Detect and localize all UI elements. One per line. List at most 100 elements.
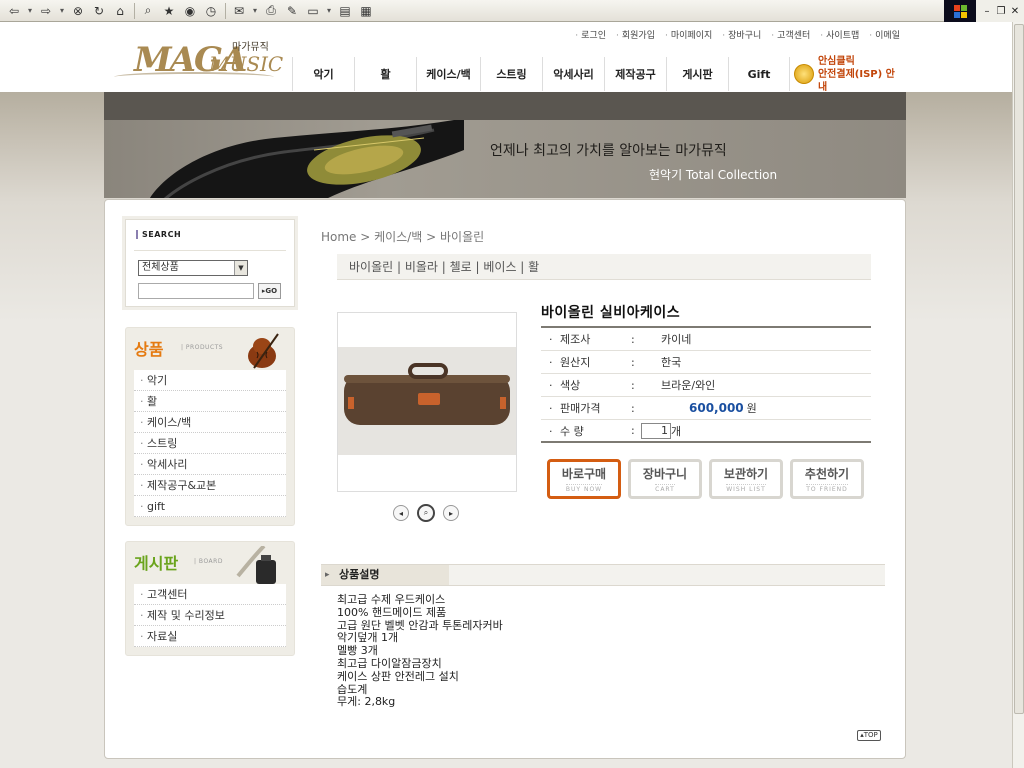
products-header: 상품 | PRODUCTS [126, 328, 294, 370]
forward-icon[interactable]: ⇨ [36, 2, 56, 20]
wishlist-button[interactable]: 보관하기 WISH LIST [709, 459, 783, 499]
recommend-sublabel: TO FRIEND [806, 484, 848, 493]
products-subtitle: | PRODUCTS [181, 344, 224, 351]
board-header: 게시판 | BOARD [126, 542, 294, 584]
scrollbar-thumb[interactable] [1014, 24, 1024, 714]
search-input[interactable] [138, 283, 254, 299]
zoom-icon[interactable]: ⌕ [417, 504, 435, 522]
nav-instruments[interactable]: 악기 [292, 57, 354, 91]
window-icon[interactable]: ▭ [303, 2, 323, 20]
minimize-icon[interactable]: – [982, 6, 992, 17]
stop-icon[interactable]: ⊗ [68, 2, 88, 20]
safe-payment-link[interactable]: 안심클릭 안전결제(ISP) 안내 [794, 56, 904, 93]
print-icon[interactable]: ⎙ [261, 2, 281, 20]
back-icon[interactable]: ⇦ [4, 2, 24, 20]
list-item[interactable]: 고객센터 [134, 584, 286, 605]
nav-tools[interactable]: 제작공구 [604, 57, 666, 91]
list-item[interactable]: 악기 [134, 370, 286, 391]
forward-dropdown-icon[interactable]: ▾ [57, 2, 67, 20]
top-link-email[interactable]: 이메일 [869, 28, 900, 41]
restore-icon[interactable]: ❐ [996, 6, 1006, 17]
vertical-scrollbar[interactable] [1012, 22, 1024, 768]
products-list: 악기 활 케이스/백 스트링 악세사리 제작공구&교본 gift [134, 370, 286, 517]
quantity-unit: 개 [671, 424, 682, 438]
refresh-icon[interactable]: ↻ [89, 2, 109, 20]
edit-icon[interactable]: ✎ [282, 2, 302, 20]
board-list: 고객센터 제작 및 수리정보 자료실 [134, 584, 286, 647]
chevron-down-icon[interactable]: ▼ [234, 261, 247, 275]
safe-payment-text: 안심클릭 안전결제(ISP) 안내 [818, 55, 904, 94]
nav-gift[interactable]: Gift [728, 57, 790, 91]
top-link-login[interactable]: 로그인 [575, 28, 606, 41]
breadcrumb[interactable]: Home > 케이스/백 > 바이올린 [321, 228, 484, 245]
list-item[interactable]: 스트링 [134, 433, 286, 454]
mail-icon[interactable]: ✉ [229, 2, 249, 20]
list-item[interactable]: 제작 및 수리정보 [134, 605, 286, 626]
nav-strings[interactable]: 스트링 [480, 57, 542, 91]
description-line: 무게: 2,8kg [337, 695, 396, 709]
list-item[interactable]: 제작공구&교본 [134, 475, 286, 496]
safe-payment-line1: 안심클릭 [817, 55, 855, 67]
go-button[interactable]: ▸GO [258, 283, 281, 299]
list-item[interactable]: 활 [134, 391, 286, 412]
back-dropdown-icon[interactable]: ▾ [25, 2, 35, 20]
prev-image-icon[interactable]: ◂ [393, 505, 409, 521]
top-link-cart[interactable]: 장바구니 [722, 28, 761, 41]
list-item[interactable]: gift [134, 496, 286, 517]
description-line: 100% 핸드메이드 제품 [337, 605, 447, 619]
image-controls: ◂ ⌕ ▸ [393, 504, 459, 522]
quantity-label: 수 량 [541, 423, 631, 439]
next-image-icon[interactable]: ▸ [443, 505, 459, 521]
price-currency: 원 [746, 402, 757, 415]
media-icon[interactable]: ◉ [180, 2, 200, 20]
recommend-button[interactable]: 추천하기 TO FRIEND [790, 459, 864, 499]
quantity-row: 수 량 : 1 개 [541, 420, 871, 443]
spec-colon: : [631, 378, 635, 392]
window-dropdown-icon[interactable]: ▾ [324, 2, 334, 20]
list-item[interactable]: 악세사리 [134, 454, 286, 475]
cart-button[interactable]: 장바구니 CART [628, 459, 702, 499]
toolbar-divider [225, 2, 226, 19]
windows-logo-icon [944, 0, 976, 22]
product-image[interactable] [337, 312, 517, 492]
safe-payment-line2: 안전결제(ISP) 안내 [817, 68, 895, 93]
mail-dropdown-icon[interactable]: ▾ [250, 2, 260, 20]
top-link-support[interactable]: 고객센터 [771, 28, 810, 41]
history-icon[interactable]: ◷ [201, 2, 221, 20]
board-subtitle: | BOARD [194, 558, 223, 565]
top-link-join[interactable]: 회원가입 [616, 28, 655, 41]
research-icon[interactable]: ▦ [356, 2, 376, 20]
category-select-value: 전체상품 [142, 262, 179, 273]
browser-toolbar: ⇦ ▾ ⇨ ▾ ⊗ ↻ ⌂ ⌕ ★ ◉ ◷ ✉ ▾ ⎙ ✎ ▭ ▾ ▤ ▦ – … [0, 0, 1024, 22]
search-icon[interactable]: ⌕ [138, 2, 158, 20]
wishlist-sublabel: WISH LIST [726, 484, 766, 493]
site-header: 로그인 회원가입 마이페이지 장바구니 고객센터 사이트맵 이메일 MAGA M… [104, 22, 906, 93]
list-item[interactable]: 자료실 [134, 626, 286, 647]
sub-category-nav[interactable]: 바이올린 | 비올라 | 첼로 | 베이스 | 활 [337, 254, 871, 280]
category-select[interactable]: 전체상품 ▼ [138, 260, 248, 276]
back-to-top-label: TOP [863, 731, 878, 739]
document-icon[interactable]: ▤ [335, 2, 355, 20]
site-logo[interactable]: MAGA MUSIC 마가뮤직 [114, 36, 283, 86]
spec-value: 카이네 [661, 333, 692, 346]
spec-colon: : [631, 355, 635, 369]
wishlist-label: 보관하기 [723, 467, 769, 481]
top-link-sitemap[interactable]: 사이트맵 [820, 28, 859, 41]
nav-accessories[interactable]: 악세사리 [542, 57, 604, 91]
banner-subline: 현악기 Total Collection [649, 168, 778, 182]
top-link-mypage[interactable]: 마이페이지 [665, 28, 712, 41]
close-icon[interactable]: ✕ [1010, 6, 1020, 17]
cart-label: 장바구니 [642, 467, 688, 481]
logo-korean: 마가뮤직 [232, 42, 269, 53]
list-item[interactable]: 케이스/백 [134, 412, 286, 433]
buy-now-button[interactable]: 바로구매 BUY NOW [547, 459, 621, 499]
home-icon[interactable]: ⌂ [110, 2, 130, 20]
nav-board[interactable]: 게시판 [666, 57, 728, 91]
quantity-input[interactable]: 1 [641, 422, 671, 439]
nav-bows[interactable]: 활 [354, 57, 416, 91]
nav-cases[interactable]: 케이스/백 [416, 57, 480, 91]
back-to-top-button[interactable]: ▴TOP [857, 730, 881, 741]
favorites-icon[interactable]: ★ [159, 2, 179, 20]
hero-banner: 언제나 최고의 가치를 알아보는 마가뮤직 현악기 Total Collecti… [104, 120, 906, 198]
description-line: 최고급 다이알잠금장치 [337, 656, 442, 670]
